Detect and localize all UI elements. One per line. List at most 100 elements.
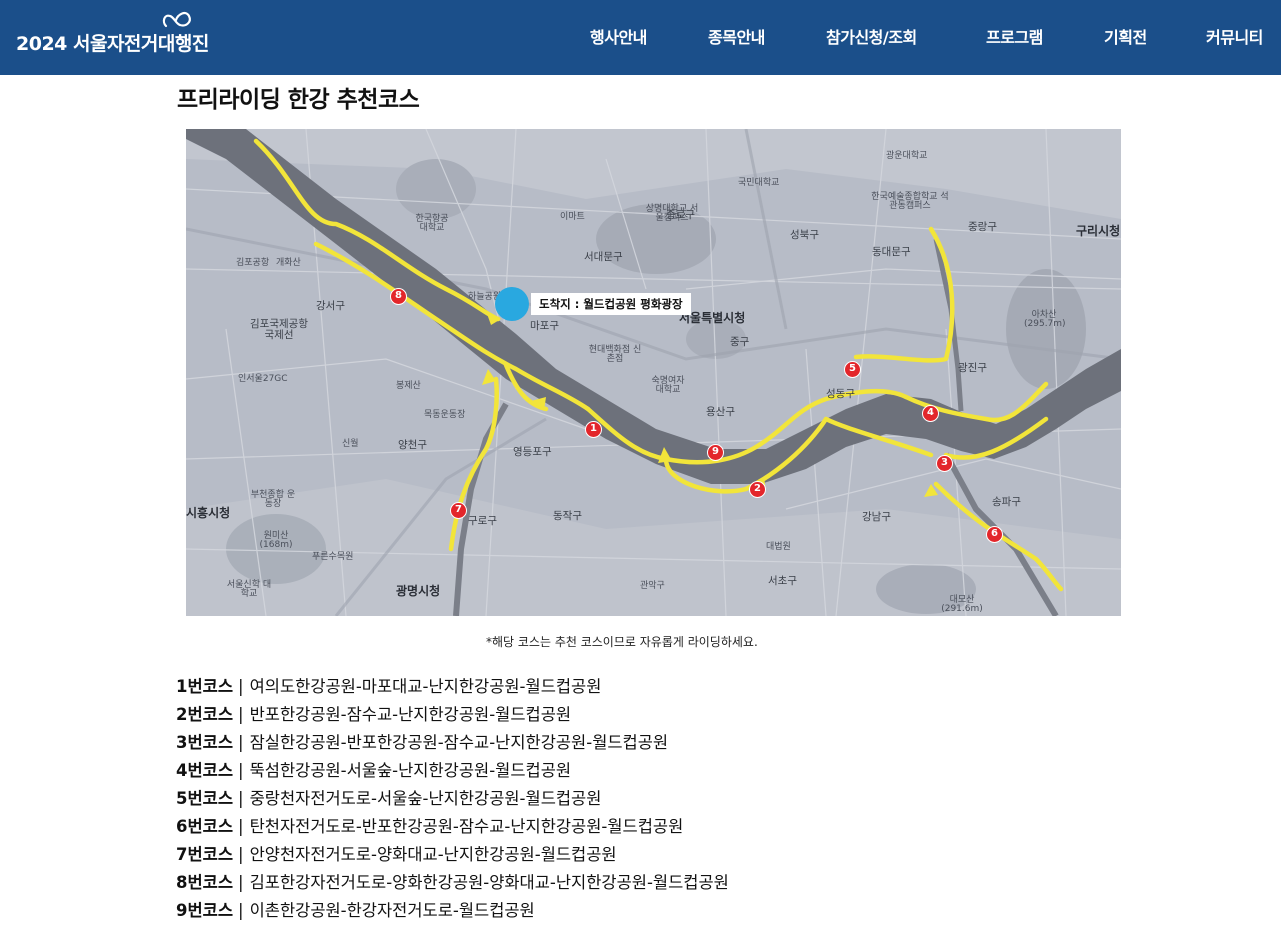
divider: |	[238, 733, 244, 752]
course-marker-5[interactable]: 5	[844, 361, 861, 378]
course-route: 반포한강공원-잠수교-난지한강공원-월드컵공원	[249, 705, 572, 724]
course-number: 2번코스	[176, 705, 234, 724]
course-route: 잠실한강공원-반포한강공원-잠수교-난지한강공원-월드컵공원	[249, 733, 669, 752]
nav-program[interactable]: 프로그램	[986, 24, 1043, 48]
divider: |	[238, 845, 244, 864]
course-item: 8번코스 | 김포한강자전거도로-양화한강공원-양화대교-난지한강공원-월드컵공원	[176, 872, 729, 894]
course-route: 여의도한강공원-마포대교-난지한강공원-월드컵공원	[249, 677, 602, 696]
map-label-siheung: 시흥시청	[186, 506, 231, 520]
course-item: 4번코스 | 뚝섬한강공원-서울숲-난지한강공원-월드컵공원	[176, 760, 571, 782]
map-label-songpa: 송파구	[992, 496, 1021, 508]
map-label-daemosan: 대모산 (291.6m)	[941, 595, 983, 614]
map-label-seocho: 서초구	[768, 575, 797, 587]
course-marker-9[interactable]: 9	[707, 444, 724, 461]
map-label-seodaemun: 서대문구	[584, 251, 623, 263]
course-map: 서울특별시청 광명시청 구리시청 시흥시청 강서구 김포국제공항 국제선 인서울…	[186, 129, 1121, 616]
map-label-gwangmyeong: 광명시청	[396, 584, 441, 598]
course-marker-6[interactable]: 6	[986, 526, 1003, 543]
map-label-supreme-court: 대법원	[766, 542, 791, 552]
course-item: 5번코스 | 중랑천자전거도로-서울숲-난지한강공원-월드컵공원	[176, 788, 601, 810]
map-label-gwangjin: 광진구	[958, 362, 987, 374]
map-label-hyundai: 현대백화점 신촌점	[588, 345, 642, 364]
course-marker-7[interactable]: 7	[450, 502, 467, 519]
map-label-guro: 구로구	[468, 515, 497, 527]
course-marker-3[interactable]: 3	[936, 455, 953, 472]
course-marker-2[interactable]: 2	[749, 481, 766, 498]
map-label-bucheon-sports: 부천종합 운동장	[250, 490, 296, 509]
map-label-dongjak: 동작구	[553, 510, 582, 522]
divider: |	[238, 761, 244, 780]
course-item: 9번코스 | 이촌한강공원-한강자전거도로-월드컵공원	[176, 900, 535, 922]
map-label-incheon: 인서울27GC	[238, 374, 288, 384]
course-marker-8[interactable]: 8	[390, 288, 407, 305]
divider: |	[238, 705, 244, 724]
destination-label: 도착지 : 월드컵공원 평화광장	[531, 293, 691, 315]
map-label-emart: 이마트	[560, 212, 585, 222]
course-item: 7번코스 | 안양천자전거도로-양화대교-난지한강공원-월드컵공원	[176, 844, 617, 866]
map-label-sookmyung: 숙명여자 대학교	[651, 376, 685, 395]
map-label-gangnam: 강남구	[862, 511, 891, 523]
course-number: 5번코스	[176, 789, 234, 808]
course-route: 이촌한강공원-한강자전거도로-월드컵공원	[249, 901, 535, 920]
map-label-sangmyung: 상명대학교 서울캠퍼스	[645, 204, 699, 223]
destination-marker	[495, 287, 529, 321]
map-label-seongbuk: 성북구	[790, 229, 819, 241]
divider: |	[238, 789, 244, 808]
map-label-puru-arboretum: 푸른수목원	[312, 552, 354, 562]
course-number: 9번코스	[176, 901, 234, 920]
course-number: 8번코스	[176, 873, 234, 892]
page-title: 프리라이딩 한강 추천코스	[177, 87, 420, 113]
logo-text: 2024 서울자전거대행진	[16, 33, 209, 55]
site-logo[interactable]: 2024 서울자전거대행진	[16, 8, 209, 68]
nav-event-info[interactable]: 행사안내	[590, 24, 647, 48]
course-item: 6번코스 | 탄천자전거도로-반포한강공원-잠수교-난지한강공원-월드컵공원	[176, 816, 683, 838]
course-route: 뚝섬한강공원-서울숲-난지한강공원-월드컵공원	[249, 761, 572, 780]
map-label-yeongdeungpo: 영등포구	[513, 446, 552, 458]
course-number: 3번코스	[176, 733, 234, 752]
divider: |	[238, 677, 244, 696]
map-label-kookmin: 국민대학교	[738, 178, 780, 188]
map-label-seoul-theological: 서울신학 대학교	[226, 580, 272, 599]
nav-exhibition[interactable]: 기획전	[1104, 24, 1147, 48]
course-route: 탄천자전거도로-반포한강공원-잠수교-난지한강공원-월드컵공원	[249, 817, 684, 836]
divider: |	[238, 873, 244, 892]
map-label-gangseo: 강서구	[316, 300, 345, 312]
site-header: 2024 서울자전거대행진 행사안내 종목안내 참가신청/조회 프로그램 기획전…	[0, 0, 1281, 75]
map-label-jungnang: 중랑구	[968, 221, 997, 233]
map-label-jung: 중구	[730, 336, 750, 348]
map-label-wonmisan: 원미산 (168m)	[259, 531, 293, 550]
course-note: *해당 코스는 추천 코스이므로 자유롭게 라이딩하세요.	[486, 635, 758, 649]
map-label-seongdong: 성동구	[826, 388, 855, 400]
nav-category-info[interactable]: 종목안내	[708, 24, 765, 48]
course-route: 중랑천자전거도로-서울숲-난지한강공원-월드컵공원	[249, 789, 602, 808]
course-item: 2번코스 | 반포한강공원-잠수교-난지한강공원-월드컵공원	[176, 704, 571, 726]
map-label-yongsan: 용산구	[706, 406, 735, 418]
map-label-gimpo-airport: 김포국제공항 국제선	[250, 318, 308, 341]
nav-registration[interactable]: 참가신청/조회	[826, 24, 917, 48]
course-marker-4[interactable]: 4	[922, 405, 939, 422]
bicycle-logo-icon	[162, 11, 191, 28]
map-label-mokdong: 목동운동장	[424, 410, 466, 420]
map-label-gaehwa: 개화산	[276, 258, 301, 268]
map-label-sinwol: 신월	[342, 439, 359, 449]
map-label-mapo: 마포구	[530, 320, 559, 332]
map-label-gimpo-airport-short: 김포공항	[236, 258, 270, 268]
map-label-kaywon: 한국예술종합학교 석관동캠퍼스	[871, 192, 949, 211]
map-label-gwangwoon: 광운대학교	[886, 151, 928, 161]
map-label-dongdaemun: 동대문구	[872, 246, 911, 258]
course-number: 4번코스	[176, 761, 234, 780]
map-label-guri: 구리시청	[1076, 224, 1121, 238]
course-number: 6번코스	[176, 817, 234, 836]
map-label-gwanak: 관악구	[640, 581, 665, 591]
course-route: 안양천자전거도로-양화대교-난지한강공원-월드컵공원	[249, 845, 617, 864]
course-number: 1번코스	[176, 677, 234, 696]
divider: |	[238, 817, 244, 836]
course-number: 7번코스	[176, 845, 234, 864]
divider: |	[238, 901, 244, 920]
nav-community[interactable]: 커뮤니티	[1206, 24, 1263, 48]
course-route: 김포한강자전거도로-양화한강공원-양화대교-난지한강공원-월드컵공원	[249, 873, 729, 892]
course-item: 3번코스 | 잠실한강공원-반포한강공원-잠수교-난지한강공원-월드컵공원	[176, 732, 668, 754]
course-marker-1[interactable]: 1	[585, 421, 602, 438]
map-label-aviation-univ: 한국항공 대학교	[415, 214, 449, 233]
map-label-achasan: 아차산 (295.7m)	[1024, 310, 1066, 329]
